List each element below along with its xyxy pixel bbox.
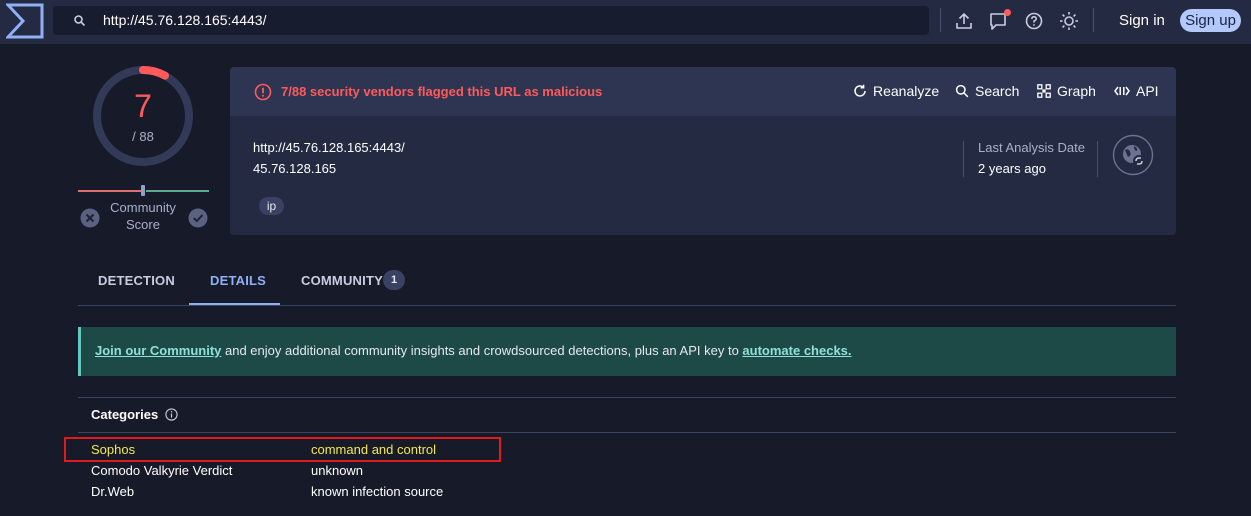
search-icon [955,84,969,98]
search-bar[interactable]: http://45.76.128.165:4443/ [53,6,929,35]
category-vendor: Dr.Web [91,484,135,499]
tab-detection[interactable]: DETECTION [98,273,175,288]
card-header: 7/88 security vendors flagged this URL a… [230,67,1176,116]
detection-score-arc [139,66,170,80]
virustotal-logo-icon[interactable] [6,3,44,39]
divider [1097,141,1098,177]
analyzed-url: http://45.76.128.165:4443/ [253,140,405,155]
tabs-divider [78,305,1176,306]
community-banner: Join our Community and enjoy additional … [78,327,1176,376]
community-score-marker [141,185,145,196]
search-label: Search [975,83,1020,99]
join-community-link[interactable]: Join our Community [95,343,221,358]
url-summary-card: 7/88 security vendors flagged this URL a… [230,67,1176,235]
categories-title: Categories [91,407,159,422]
last-analysis-label: Last Analysis Date [978,140,1085,155]
community-score-label: Community Score [110,200,176,232]
tab-details[interactable]: DETAILS [210,273,266,288]
vendor-total: / 88 [132,129,154,144]
theme-toggle-icon[interactable] [1058,10,1080,32]
automate-checks-link[interactable]: automate checks. [742,343,851,358]
reanalyze-label: Reanalyze [873,83,940,99]
tab-community[interactable]: COMMUNITY [301,273,383,288]
vote-harmless-icon[interactable] [188,208,208,228]
graph-button[interactable]: Graph [1037,83,1096,99]
last-analysis-value: 2 years ago [978,161,1046,176]
graph-icon [1037,84,1051,98]
highlight-annotation-box [64,437,501,462]
reanalyze-icon [854,84,866,97]
globe-link-icon [1112,134,1154,176]
banner-text: Join our Community and enjoy additional … [95,343,852,358]
sign-in-button[interactable]: Sign in [1119,12,1165,29]
section-divider [78,397,1176,398]
search-input[interactable]: http://45.76.128.165:4443/ [103,12,266,28]
detection-count: 7 [134,88,152,124]
category-value: known infection source [311,484,444,499]
api-label: API [1136,83,1159,99]
divider [940,8,941,32]
graph-label: Graph [1057,83,1096,99]
help-icon[interactable] [1023,10,1045,32]
api-button[interactable]: API [1114,83,1159,99]
info-icon[interactable] [165,408,178,421]
category-vendor: Comodo Valkyrie Verdict [91,463,233,478]
divider [963,141,964,177]
category-value: unknown [311,463,364,478]
search-icon [74,15,86,27]
section-divider [78,432,1176,433]
reanalyze-button[interactable]: Reanalyze [853,83,939,99]
banner-message: and enjoy additional community insights … [221,343,743,358]
upload-icon[interactable] [953,10,975,32]
malicious-alert-text: 7/88 security vendors flagged this URL a… [281,84,603,99]
vote-malicious-icon[interactable] [80,208,100,228]
notification-dot [1004,9,1011,16]
top-bar: http://45.76.128.165:4443/ Sign in Sign … [0,0,1251,44]
community-count-badge: 1 [383,270,405,290]
search-button[interactable]: Search [955,83,1019,99]
resolved-ip: 45.76.128.165 [253,161,337,176]
tag-badge[interactable]: ip [259,197,284,215]
alert-icon [254,83,272,101]
sign-up-button[interactable]: Sign up [1180,9,1241,32]
api-icon [1114,86,1130,96]
community-score-bar-negative [78,190,143,192]
community-score-bar-positive [146,190,209,192]
divider [1093,8,1094,32]
